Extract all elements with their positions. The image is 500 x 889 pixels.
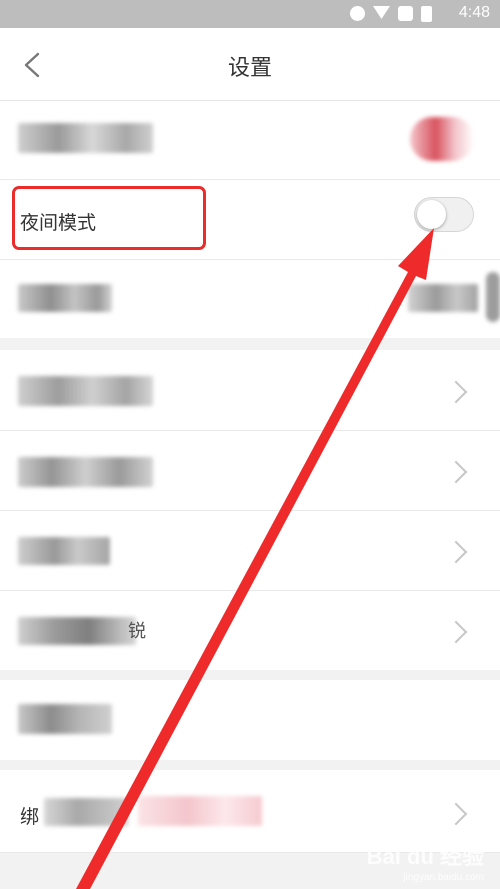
watermark-logo: Bai du 经验 (366, 844, 484, 869)
watermark-sub: jingyan.baidu.com (403, 872, 484, 883)
blurred-text (18, 376, 153, 406)
section-gap (0, 670, 500, 680)
status-bar: 4:48 (0, 0, 500, 28)
settings-row-blurred-5[interactable] (0, 511, 500, 590)
blurred-text (18, 123, 153, 153)
blurred-text (18, 704, 112, 734)
blurred-text (18, 537, 110, 565)
section-gap (0, 338, 500, 350)
bind-label: 绑 (20, 806, 40, 828)
page-title: 设置 (227, 56, 272, 81)
do-not-disturb-icon (350, 6, 365, 21)
settings-row-blurred-3[interactable] (0, 350, 500, 430)
settings-row-blurred-2[interactable] (0, 260, 500, 338)
toggle-knob (417, 200, 446, 229)
settings-row-blurred-7[interactable] (0, 680, 500, 760)
blurred-text (44, 798, 128, 826)
battery-icon (421, 6, 432, 22)
blurred-value (408, 284, 478, 312)
wifi-icon (373, 6, 390, 19)
settings-row-blurred-6[interactable]: 锐 (0, 591, 500, 670)
blurred-account (138, 796, 262, 826)
chevron-right-icon (444, 540, 468, 564)
highlight-box (12, 186, 206, 250)
settings-row-blurred-1[interactable] (0, 101, 500, 179)
status-time: 4:48 (458, 4, 490, 21)
header: 设置 (0, 28, 500, 101)
chevron-right-icon (444, 460, 468, 484)
chevron-right-icon (444, 380, 468, 404)
no-sim-icon (398, 6, 413, 21)
blurred-text (18, 284, 112, 312)
blurred-text (18, 457, 153, 487)
night-mode-toggle[interactable] (414, 197, 474, 232)
status-icons (350, 6, 432, 22)
blurred-tail-char: 锐 (128, 621, 146, 642)
section-gap (0, 760, 500, 770)
blurred-text (18, 617, 136, 645)
chevron-right-icon (444, 802, 468, 826)
blurred-avatar (410, 117, 474, 161)
settings-row-blurred-4[interactable] (0, 431, 500, 510)
chevron-right-icon (444, 620, 468, 644)
blurred-edge (486, 272, 500, 322)
